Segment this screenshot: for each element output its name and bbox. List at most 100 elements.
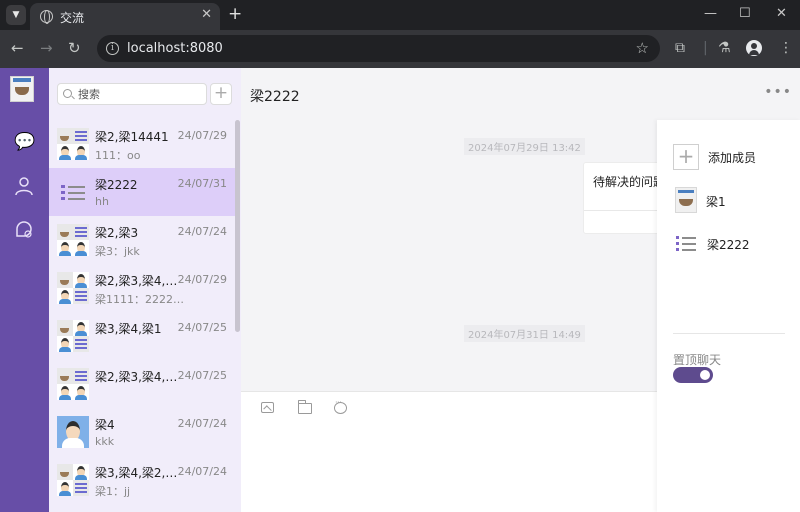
chat-title: 梁2222	[250, 89, 300, 105]
user-avatar[interactable]	[10, 76, 34, 102]
contacts-person-icon[interactable]	[14, 176, 34, 196]
group-avatar	[57, 368, 89, 400]
more-options-icon[interactable]: •••	[764, 84, 792, 100]
chat-history-icon[interactable]	[334, 398, 347, 414]
search-input[interactable]	[78, 86, 203, 102]
profile-avatar-icon[interactable]	[746, 40, 762, 56]
url-text: localhost:8080	[127, 41, 223, 56]
chat-date: 24/07/24	[177, 465, 227, 478]
add-member-label: 添加成员	[708, 151, 757, 165]
panel-divider	[673, 333, 785, 334]
chat-list-item-active[interactable]: 梁2222 24/07/31 hh	[49, 168, 235, 216]
plus-icon: +	[673, 144, 699, 170]
chat-list-item[interactable]: 梁3,梁4,梁1 24/07/25	[49, 312, 235, 360]
create-group-button[interactable]: +	[210, 83, 232, 105]
menu-kebab-icon[interactable]: ⋮	[779, 40, 793, 56]
chat-name: 梁3,梁4,梁2,梁1	[95, 466, 181, 480]
address-bar[interactable]: i localhost:8080 ☆	[97, 35, 660, 62]
chat-date: 24/07/24	[177, 225, 227, 238]
chat-list-item[interactable]: 梁2,梁3,梁4,梁1 24/07/29 梁1111：222222...	[49, 264, 235, 312]
labs-flask-icon[interactable]: ⚗	[718, 40, 731, 56]
chat-list-item[interactable]: 梁3,梁4,梁2,梁1 24/07/24 梁1：jj	[49, 456, 235, 504]
browser-tab[interactable]: 交流 ✕	[30, 3, 220, 30]
chat-list-item[interactable]: 梁4 24/07/24 kkk	[49, 408, 235, 456]
close-window-button[interactable]: ✕	[776, 6, 787, 21]
list-avatar-icon	[676, 233, 696, 253]
chat-list-item[interactable]: 梁2,梁3,梁4,梁... 24/07/25	[49, 360, 235, 408]
add-member-button[interactable]: + 添加成员	[673, 143, 793, 171]
chat-list-item[interactable]: 梁2,梁3 24/07/24 梁3：jkk	[49, 216, 235, 264]
folder-icon[interactable]	[298, 400, 312, 414]
chat-bubble-icon[interactable]: 💬	[14, 132, 35, 152]
browser-tab-bar: ▼ 交流 ✕ + — ☐ ✕	[0, 0, 800, 30]
maximize-button[interactable]: ☐	[739, 6, 751, 21]
image-icon[interactable]	[261, 402, 274, 413]
minimize-button[interactable]: —	[704, 6, 717, 21]
chat-date: 24/07/25	[177, 321, 227, 334]
chat-date: 24/07/31	[177, 177, 227, 190]
tab-search-button[interactable]: ▼	[6, 5, 26, 25]
member-name: 梁1	[706, 195, 726, 209]
close-tab-icon[interactable]: ✕	[201, 7, 212, 22]
chat-date: 24/07/29	[177, 129, 227, 142]
chat-date: 24/07/25	[177, 369, 227, 382]
search-icon	[63, 89, 72, 98]
chat-last-message: 111：oo	[95, 149, 141, 162]
member-avatar	[675, 187, 697, 213]
reload-button[interactable]: ↻	[68, 39, 81, 57]
back-button[interactable]: ←	[11, 39, 24, 57]
group-avatar	[57, 464, 89, 496]
browser-toolbar: ← → ↻ i localhost:8080 ☆ ⧉ | ⚗ ⋮	[0, 30, 800, 68]
conversation-sidebar: + 梁2,梁14441 24/07/29 111：oo 梁2222 24/07/…	[49, 68, 241, 512]
chat-app: 💬 + 梁2,梁14441 24/07/29 111：oo	[0, 68, 800, 512]
bubble-divider	[584, 210, 662, 211]
message-timestamp: 2024年07月29日 13:42	[464, 138, 585, 155]
extensions-icon[interactable]: ⧉	[675, 40, 685, 56]
chat-name: 梁2,梁3,梁4,梁...	[95, 370, 181, 384]
member-item[interactable]: 梁2222	[673, 230, 793, 258]
group-avatar	[57, 272, 89, 304]
new-tab-button[interactable]: +	[228, 5, 242, 23]
person-avatar	[57, 416, 89, 448]
moments-icon[interactable]	[14, 220, 34, 240]
nav-rail: 💬	[0, 68, 49, 512]
chat-date: 24/07/29	[177, 273, 227, 286]
info-icon[interactable]: i	[106, 42, 119, 55]
chat-last-message: hh	[95, 195, 109, 208]
toolbar-divider: |	[703, 40, 708, 56]
chat-list: 梁2,梁14441 24/07/29 111：oo 梁2222 24/07/31…	[49, 120, 235, 512]
chat-last-message: 梁1111：222222...	[95, 293, 185, 306]
forward-button[interactable]: →	[40, 39, 53, 57]
message-text: 待解决的问题	[593, 175, 663, 189]
bookmark-star-icon[interactable]: ☆	[636, 39, 649, 57]
list-avatar-icon	[57, 176, 89, 208]
globe-icon	[40, 10, 53, 24]
group-avatar	[57, 224, 89, 256]
chat-list-item[interactable]: 梁2,梁14441 24/07/29 111：oo	[49, 120, 235, 168]
compose-area[interactable]	[241, 391, 657, 512]
pin-chat-label: 置顶聊天	[673, 353, 722, 367]
message-bubble[interactable]: 待解决的问题	[583, 162, 663, 234]
chat-date: 24/07/24	[177, 417, 227, 430]
chat-last-message: 梁3：jkk	[95, 245, 140, 258]
chat-header: 梁2222 •••	[241, 68, 800, 120]
chat-list-scrollbar[interactable]	[235, 120, 240, 332]
toggle-knob	[700, 370, 710, 380]
chat-name: 梁4	[95, 418, 115, 432]
chat-name: 梁3,梁4,梁1	[95, 322, 162, 336]
tab-title: 交流	[60, 11, 85, 25]
chat-last-message: kkk	[95, 435, 115, 448]
search-box	[57, 83, 207, 105]
pin-chat-toggle[interactable]	[673, 367, 713, 383]
chat-name: 梁2222	[95, 178, 138, 192]
chat-name: 梁2,梁3	[95, 226, 139, 240]
member-name: 梁2222	[707, 238, 750, 252]
chat-last-message: 梁1：jj	[95, 485, 131, 498]
chat-name: 梁2,梁3,梁4,梁1	[95, 274, 181, 288]
group-avatar	[57, 128, 89, 160]
message-timestamp: 2024年07月31日 14:49	[464, 325, 585, 342]
member-item[interactable]: 梁1	[673, 187, 793, 215]
group-info-panel: + 添加成员 梁1 梁2222 置顶聊天	[657, 120, 800, 512]
chat-name: 梁2,梁14441	[95, 130, 169, 144]
group-avatar	[57, 320, 89, 352]
